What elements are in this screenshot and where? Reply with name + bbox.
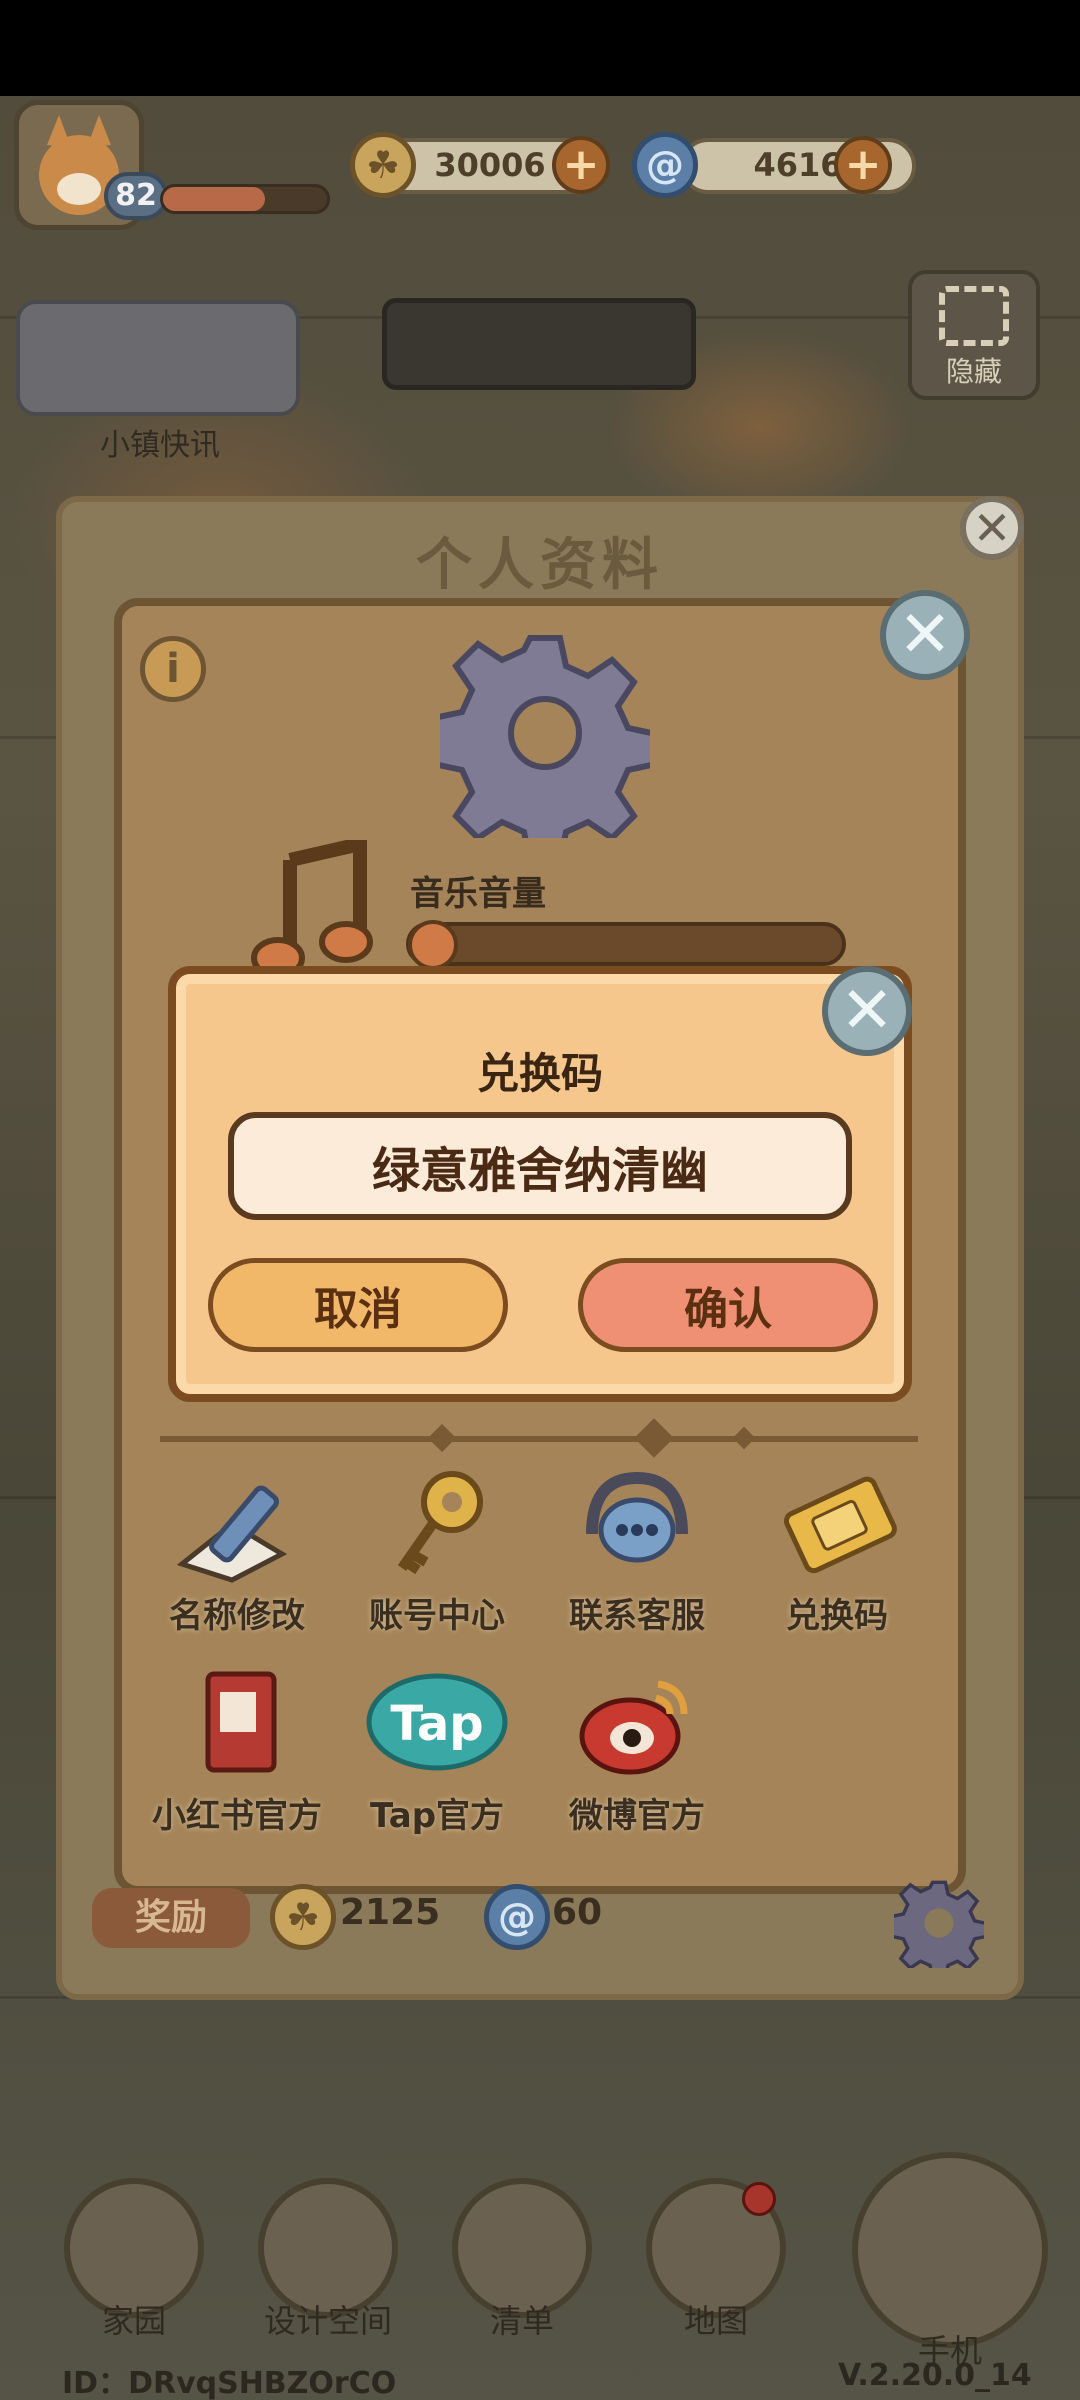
- outer-close-button[interactable]: ✕: [960, 496, 1024, 560]
- redeem-dialog: 兑换码 绿意雅舍纳清幽 取消 确认: [168, 966, 912, 1402]
- tap-icon: Tap: [366, 1673, 508, 1771]
- tap-official-item[interactable]: Tap Tap官方: [342, 1664, 532, 1837]
- event-banner[interactable]: [382, 298, 696, 390]
- reward-coin-icon: ☘: [270, 1884, 336, 1950]
- level-value: 82: [115, 178, 157, 213]
- music-volume-handle[interactable]: [408, 920, 458, 970]
- coin-icon: ☘: [350, 132, 416, 198]
- book-icon: [205, 1671, 277, 1773]
- panel-divider: [160, 1436, 918, 1442]
- player-id: ID：DRvqSHBZOrCO: [62, 2366, 397, 2400]
- redeem-code-input[interactable]: 绿意雅舍纳清幽: [228, 1112, 852, 1220]
- music-note-icon: [251, 840, 373, 979]
- version-text: V.2.20.0_14: [838, 2358, 1032, 2393]
- frame-corners-icon: [939, 286, 1009, 346]
- reward-badge: 奖励: [92, 1888, 250, 1948]
- nav-home-label: 家园: [101, 2302, 166, 2340]
- hide-label: 隐藏: [945, 355, 1002, 388]
- account-center-label: 账号中心: [369, 1596, 505, 1636]
- reward-label: 奖励: [134, 1897, 207, 1938]
- weibo-official-item[interactable]: 微博官方: [542, 1664, 732, 1837]
- news-label: 小镇快讯: [100, 428, 220, 463]
- add-gems-button[interactable]: +: [834, 136, 892, 194]
- redeem-code-value: 绿意雅舍纳清幽: [371, 1143, 708, 1199]
- xp-bar: [160, 184, 330, 214]
- pencil-icon: [176, 1485, 288, 1583]
- headset-icon: [586, 1471, 688, 1563]
- news-card[interactable]: [16, 300, 300, 416]
- bottom-nav-phone[interactable]: [852, 2152, 1048, 2348]
- hide-ui-button[interactable]: 隐藏: [908, 270, 1040, 400]
- dialog-close-button[interactable]: ✕: [822, 966, 912, 1056]
- add-coins-button[interactable]: +: [552, 136, 610, 194]
- info-icon[interactable]: i: [140, 636, 206, 702]
- redeem-code-item[interactable]: 兑换码: [742, 1464, 932, 1637]
- dialog-title: 兑换码: [476, 1049, 603, 1098]
- level-badge: 82: [104, 172, 168, 220]
- settings-gear-icon: [440, 635, 650, 838]
- weibo-icon: [579, 1680, 688, 1775]
- nav-design-label: 设计空间: [263, 2302, 392, 2340]
- small-gear-icon[interactable]: [894, 1878, 984, 1968]
- customer-service-item[interactable]: 联系客服: [542, 1464, 732, 1637]
- key-icon: [397, 1471, 483, 1575]
- status-bar: [0, 0, 1080, 96]
- reward-coins: 2125: [340, 1892, 441, 1933]
- reward-gem-icon: @: [484, 1884, 550, 1950]
- panel-close-button[interactable]: ✕: [880, 590, 970, 680]
- xiaohongshu-label: 小红书官方: [152, 1796, 322, 1836]
- nav-checklist-label: 清单: [489, 2302, 554, 2340]
- svg-text:Tap: Tap: [390, 1696, 483, 1752]
- rename-item[interactable]: 名称修改: [142, 1464, 332, 1637]
- cancel-button[interactable]: 取消: [208, 1258, 508, 1352]
- cancel-label: 取消: [314, 1284, 402, 1335]
- ticket-icon: [783, 1476, 897, 1574]
- reward-gems: 60: [552, 1892, 603, 1933]
- music-volume-slider[interactable]: [406, 922, 846, 966]
- customer-service-label: 联系客服: [569, 1596, 705, 1636]
- weibo-official-label: 微博官方: [569, 1796, 705, 1836]
- account-center-item[interactable]: 账号中心: [342, 1464, 532, 1637]
- notification-dot: [742, 2182, 776, 2216]
- redeem-code-label: 兑换码: [786, 1596, 888, 1636]
- panel-title: 个人资料: [416, 533, 664, 598]
- phone-icon: [852, 2152, 1048, 2348]
- music-volume-label: 音乐音量: [410, 874, 546, 914]
- nav-map-label: 地图: [683, 2302, 748, 2340]
- swirl-gem-icon: @: [632, 132, 698, 198]
- confirm-label: 确认: [684, 1284, 772, 1335]
- confirm-button[interactable]: 确认: [578, 1258, 878, 1352]
- tap-official-label: Tap官方: [369, 1796, 505, 1836]
- xiaohongshu-item[interactable]: 小红书官方: [142, 1664, 332, 1837]
- rename-label: 名称修改: [169, 1596, 305, 1636]
